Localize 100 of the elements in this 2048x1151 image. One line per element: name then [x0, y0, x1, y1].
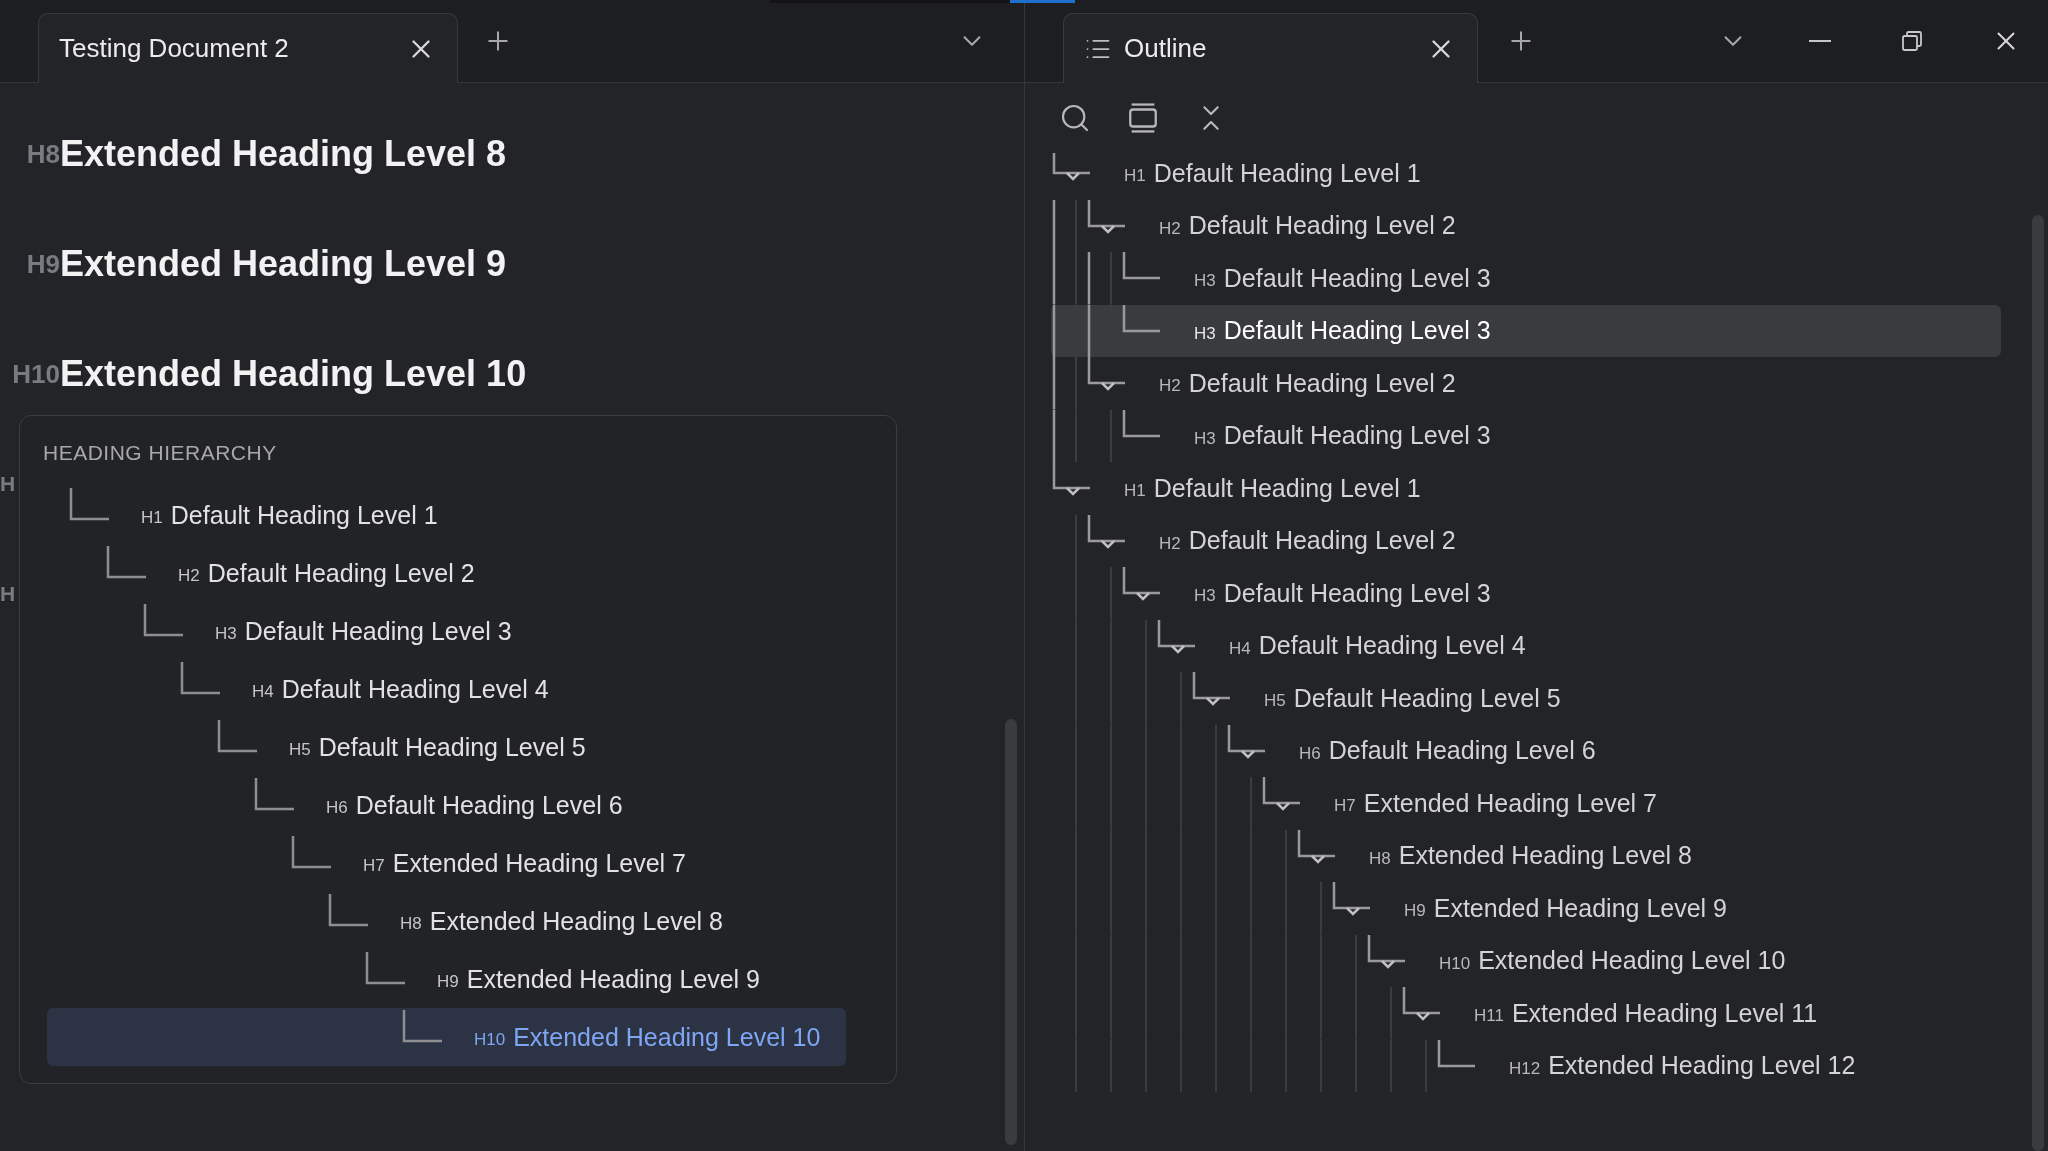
- outline-item[interactable]: H2 Default Heading Level 2: [1051, 514, 2001, 567]
- heading-title: Default Heading Level 5: [1293, 683, 1561, 713]
- level-marker: H4: [252, 682, 274, 702]
- level-marker: H7: [1334, 796, 1356, 817]
- tab-title: Outline: [1124, 33, 1208, 64]
- level-marker: H5: [1264, 691, 1286, 712]
- chevron-down-icon[interactable]: [1066, 487, 1080, 496]
- hierarchy-item[interactable]: H5 Default Heading Level 5: [47, 718, 846, 776]
- hierarchy-item[interactable]: H3 Default Heading Level 3: [47, 602, 846, 660]
- heading-title: Default Heading Level 3: [1223, 578, 1491, 608]
- heading-title: Default Heading Level 6: [355, 790, 623, 820]
- heading-title: Default Heading Level 2: [1188, 211, 1456, 241]
- focus-indicator: [1010, 0, 1075, 3]
- popup-title: HEADING HIERARCHY: [43, 440, 278, 466]
- tab-title: Testing Document 2: [59, 33, 290, 64]
- tree-connector: [180, 662, 220, 695]
- heading-title: Default Heading Level 4: [1258, 631, 1526, 661]
- tree-connector: [143, 604, 183, 637]
- heading-title: Default Heading Level 2: [207, 558, 475, 588]
- hierarchy-item[interactable]: H1 Default Heading Level 1: [47, 486, 846, 544]
- heading-level-marker: H: [0, 582, 17, 606]
- heading-title: Extended Heading Level 12: [1548, 1051, 1856, 1081]
- panel-icon: [1126, 101, 1160, 135]
- heading-title: Default Heading Level 1: [1153, 158, 1421, 188]
- outline-item[interactable]: H3 Default Heading Level 3: [1051, 252, 2001, 305]
- minimize-icon: [1809, 40, 1831, 42]
- heading-text: Extended Heading Level 9: [60, 243, 507, 285]
- heading-title: Default Heading Level 2: [1188, 368, 1456, 398]
- level-marker: H8: [400, 914, 422, 934]
- hierarchy-item[interactable]: H9 Extended Heading Level 9: [47, 950, 846, 1008]
- outline-item[interactable]: H11 Extended Heading Level 11: [1051, 987, 2001, 1040]
- level-marker: H11: [1474, 1006, 1504, 1027]
- level-marker: H5: [289, 740, 311, 760]
- tree-connector: [328, 894, 368, 927]
- heading-title: Default Heading Level 4: [281, 674, 549, 704]
- tree-connector: [69, 488, 109, 521]
- chevron-down-icon[interactable]: [1381, 959, 1395, 969]
- outline-item[interactable]: H3 Default Heading Level 3: [1051, 567, 2001, 620]
- hierarchy-item[interactable]: H6 Default Heading Level 6: [47, 776, 846, 834]
- level-marker: H1: [1124, 166, 1146, 187]
- outline-item[interactable]: H5 Default Heading Level 5: [1051, 672, 2001, 725]
- chevron-down-icon[interactable]: [1311, 854, 1325, 864]
- outline-item[interactable]: H4 Default Heading Level 4: [1051, 619, 2001, 672]
- outline-item[interactable]: H2 Default Heading Level 2: [1051, 357, 2001, 410]
- hierarchy-item[interactable]: H10 Extended Heading Level 10: [47, 1008, 846, 1066]
- heading-title: Default Heading Level 5: [318, 732, 586, 762]
- hierarchy-item[interactable]: H7 Extended Heading Level 7: [47, 834, 846, 892]
- hierarchy-item[interactable]: H2 Default Heading Level 2: [47, 544, 846, 602]
- level-marker: H3: [1194, 323, 1216, 344]
- chevron-down-icon[interactable]: [1066, 172, 1080, 181]
- outline-item[interactable]: H3 Default Heading Level 3: [1051, 304, 2001, 357]
- chevron-down-icon[interactable]: [1241, 749, 1255, 759]
- tree-connector: [106, 546, 146, 579]
- level-marker: H8: [1369, 848, 1391, 869]
- outline-item[interactable]: H1 Default Heading Level 1: [1051, 153, 2001, 200]
- level-marker: H4: [1229, 638, 1251, 659]
- outline-item[interactable]: H3 Default Heading Level 3: [1051, 409, 2001, 462]
- level-marker: H3: [1194, 271, 1216, 292]
- level-marker: H2: [1159, 376, 1181, 397]
- outline-tab[interactable]: Outline: [1063, 13, 1478, 83]
- level-marker: H9: [437, 972, 459, 992]
- heading-title: Extended Heading Level 9: [466, 964, 760, 994]
- tree-connector: [1052, 153, 1090, 175]
- outline-item[interactable]: H7 Extended Heading Level 7: [1051, 777, 2001, 830]
- heading-level-marker: H8: [25, 138, 60, 170]
- search-icon: [1059, 102, 1091, 134]
- chevron-down-icon[interactable]: [1136, 592, 1150, 601]
- heading-title: Default Heading Level 3: [1223, 263, 1491, 293]
- chevron-down-icon[interactable]: [1206, 697, 1220, 706]
- level-marker: H3: [1194, 586, 1216, 607]
- hierarchy-item[interactable]: H4 Default Heading Level 4: [47, 660, 846, 718]
- level-marker: H10: [474, 1030, 506, 1050]
- document-tab[interactable]: Testing Document 2: [38, 13, 458, 83]
- heading-title: Extended Heading Level 7: [1363, 788, 1657, 818]
- chevron-down-icon[interactable]: [1171, 644, 1185, 654]
- chevron-down-icon[interactable]: [1276, 802, 1290, 811]
- level-marker: H2: [1159, 218, 1181, 239]
- level-marker: H1: [141, 508, 163, 528]
- heading-title: Extended Heading Level 8: [429, 906, 723, 936]
- heading-text: Extended Heading Level 10: [60, 353, 527, 395]
- outline-item[interactable]: H10 Extended Heading Level 10: [1051, 934, 2001, 987]
- heading-title: Extended Heading Level 8: [1398, 841, 1692, 871]
- chevron-down-icon[interactable]: [1101, 382, 1115, 391]
- outline-item[interactable]: H6 Default Heading Level 6: [1051, 724, 2001, 777]
- heading-level-marker: H: [0, 472, 17, 496]
- outline-item[interactable]: H1 Default Heading Level 1: [1051, 462, 2001, 515]
- outline-item[interactable]: H2 Default Heading Level 2: [1051, 199, 2001, 252]
- outline-item[interactable]: H8 Extended Heading Level 8: [1051, 829, 2001, 882]
- chevron-down-icon[interactable]: [1101, 539, 1115, 549]
- outline-item[interactable]: H9 Extended Heading Level 9: [1051, 882, 2001, 935]
- chevron-down-icon[interactable]: [1416, 1012, 1430, 1021]
- heading-title: Extended Heading Level 10: [513, 1022, 821, 1052]
- chevron-down-icon[interactable]: [1346, 907, 1360, 916]
- hierarchy-item[interactable]: H8 Extended Heading Level 8: [47, 892, 846, 950]
- chevron-down-icon[interactable]: [1101, 224, 1115, 234]
- level-marker: H3: [215, 624, 237, 644]
- heading-title: Default Heading Level 2: [1188, 526, 1456, 556]
- heading-title: Extended Heading Level 10: [1478, 946, 1786, 976]
- heading-title: Extended Heading Level 11: [1511, 998, 1818, 1028]
- outline-item[interactable]: H12 Extended Heading Level 12: [1051, 1039, 2001, 1092]
